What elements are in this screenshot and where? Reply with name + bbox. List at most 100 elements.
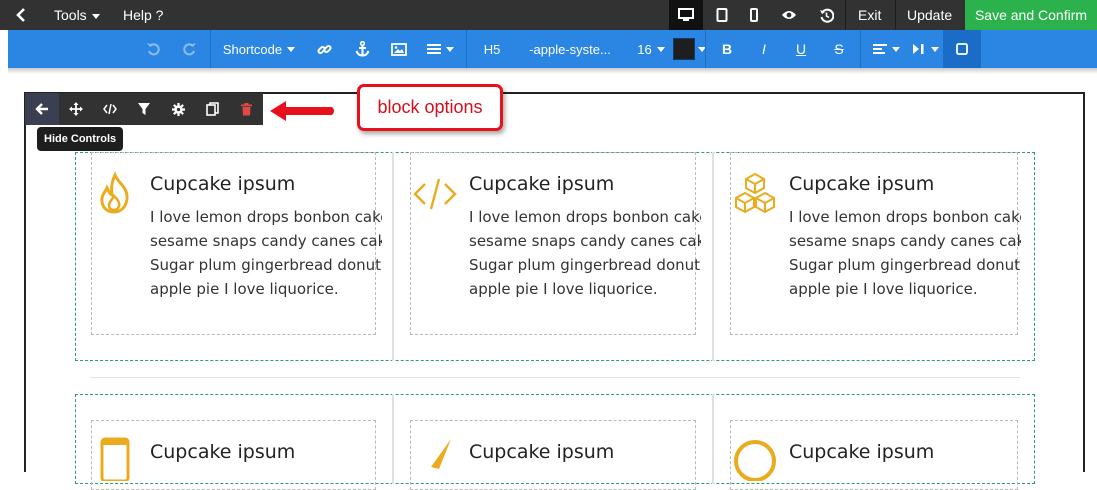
align-left-icon <box>872 44 887 54</box>
tools-menu-label: Tools <box>54 7 87 23</box>
hide-controls-tooltip: Hide Controls <box>37 127 124 151</box>
circle-icon <box>734 440 776 481</box>
topbar-divider <box>895 0 896 30</box>
list-dropdown[interactable] <box>422 30 458 68</box>
chevron-down-icon <box>930 46 939 52</box>
filter-button[interactable] <box>127 93 161 125</box>
feature-title: Cupcake ipsum <box>469 173 615 195</box>
mobile-view-button[interactable] <box>737 0 771 30</box>
list-icon <box>426 44 441 54</box>
redo-icon <box>183 43 196 56</box>
link-icon <box>316 44 332 54</box>
history-button[interactable] <box>809 0 843 30</box>
anchor-button[interactable] <box>351 30 373 68</box>
feature-title: Cupcake ipsum <box>789 173 935 195</box>
save-and-confirm-button[interactable]: Save and Confirm <box>965 0 1097 30</box>
bold-button[interactable]: B <box>716 30 738 68</box>
fire-icon <box>100 171 129 214</box>
desktop-view-button[interactable] <box>669 0 703 30</box>
top-toolbar: Tools Help ? Exit Update Save and Confir… <box>0 0 1097 30</box>
edit-code-button[interactable] <box>93 93 127 125</box>
tools-menu[interactable]: Tools <box>54 0 100 30</box>
eye-icon <box>782 11 796 19</box>
duplicate-block-button[interactable] <box>195 93 229 125</box>
italic-button[interactable]: I <box>753 30 775 68</box>
column-divider <box>392 394 394 484</box>
image-icon <box>391 42 407 56</box>
delete-block-button[interactable] <box>229 93 263 125</box>
arrow-left-icon <box>35 103 48 115</box>
anchor-icon <box>355 41 369 57</box>
text-color-picker[interactable] <box>669 30 709 68</box>
align-dropdown[interactable] <box>868 30 904 68</box>
media-icon <box>912 44 923 54</box>
block-controls <box>25 93 263 125</box>
shortcode-dropdown[interactable]: Shortcode <box>219 30 299 68</box>
undo-button[interactable] <box>142 30 164 68</box>
chevron-down-icon <box>656 46 665 52</box>
cubes-icon <box>735 172 775 214</box>
shortcode-label: Shortcode <box>222 41 283 57</box>
feature-column[interactable]: Cupcake ipsum I love lemon drops bonbon … <box>91 152 382 335</box>
redo-button[interactable] <box>179 30 201 68</box>
block-options-annotation: block options <box>357 84 503 131</box>
mobile-icon <box>750 8 758 22</box>
update-button[interactable]: Update <box>907 0 952 30</box>
strikethrough-button[interactable]: S <box>828 30 850 68</box>
feature-text: I love lemon drops bonbon cake sesame sna… <box>789 208 1021 298</box>
font-size-label: 16 <box>637 41 652 57</box>
column-divider <box>392 152 394 361</box>
help-menu[interactable]: Help ? <box>123 0 163 30</box>
chevron-down-icon <box>891 46 900 52</box>
tablet-icon <box>716 8 728 22</box>
chevron-down-icon <box>91 13 100 19</box>
feature-column[interactable]: Cupcake ipsum I love lemon drops bonbon … <box>730 152 1021 335</box>
topbar-divider <box>845 0 846 30</box>
undo-icon <box>147 43 160 56</box>
color-swatch <box>672 38 695 60</box>
format-divider <box>466 30 467 68</box>
toolbar-shadow <box>8 68 1097 74</box>
underline-button[interactable]: U <box>790 30 812 68</box>
hide-controls-button[interactable] <box>25 93 59 125</box>
feature-text: I love lemon drops bonbon cake sesame sna… <box>469 208 701 298</box>
font-size-dropdown[interactable]: 16 <box>632 30 670 68</box>
row-divider <box>90 377 1020 378</box>
copy-icon <box>205 102 219 116</box>
font-family-dropdown[interactable]: -apple-syste... <box>518 30 622 68</box>
heading-dropdown[interactable]: H5 <box>476 30 508 68</box>
format-divider <box>210 30 211 68</box>
column-divider <box>712 394 714 484</box>
move-block-button[interactable] <box>59 93 93 125</box>
tablet-view-button[interactable] <box>705 0 739 30</box>
move-icon <box>69 102 83 116</box>
preview-button[interactable] <box>772 0 806 30</box>
feature-column[interactable]: Cupcake ipsum <box>91 420 376 490</box>
feature-title: Cupcake ipsum <box>150 173 296 195</box>
block-settings-button[interactable] <box>161 93 195 125</box>
link-button[interactable] <box>313 30 335 68</box>
feature-column[interactable]: Cupcake ipsum I love lemon drops bonbon … <box>410 152 701 335</box>
image-button[interactable] <box>388 30 410 68</box>
filter-icon <box>138 102 150 115</box>
history-icon <box>819 8 834 23</box>
code-icon <box>103 103 117 115</box>
code-icon <box>413 178 457 210</box>
chevron-down-icon <box>445 46 454 52</box>
block-mode-button[interactable] <box>943 30 981 68</box>
feature-column[interactable]: Cupcake ipsum <box>410 420 696 490</box>
media-dropdown[interactable] <box>907 30 943 68</box>
column-divider <box>712 152 714 361</box>
back-button[interactable] <box>12 0 32 30</box>
square-icon <box>956 43 968 55</box>
feature-column[interactable]: Cupcake ipsum <box>730 420 1018 490</box>
feature-text: I love lemon drops bonbon cake sesame sna… <box>150 208 382 298</box>
format-divider <box>705 30 706 68</box>
pen-icon <box>431 439 451 469</box>
trash-icon <box>240 102 252 115</box>
mobile-icon <box>100 437 130 481</box>
exit-button[interactable]: Exit <box>858 0 881 30</box>
chevron-down-icon <box>287 46 296 52</box>
annotation-arrow <box>270 101 334 121</box>
format-divider <box>860 30 861 68</box>
